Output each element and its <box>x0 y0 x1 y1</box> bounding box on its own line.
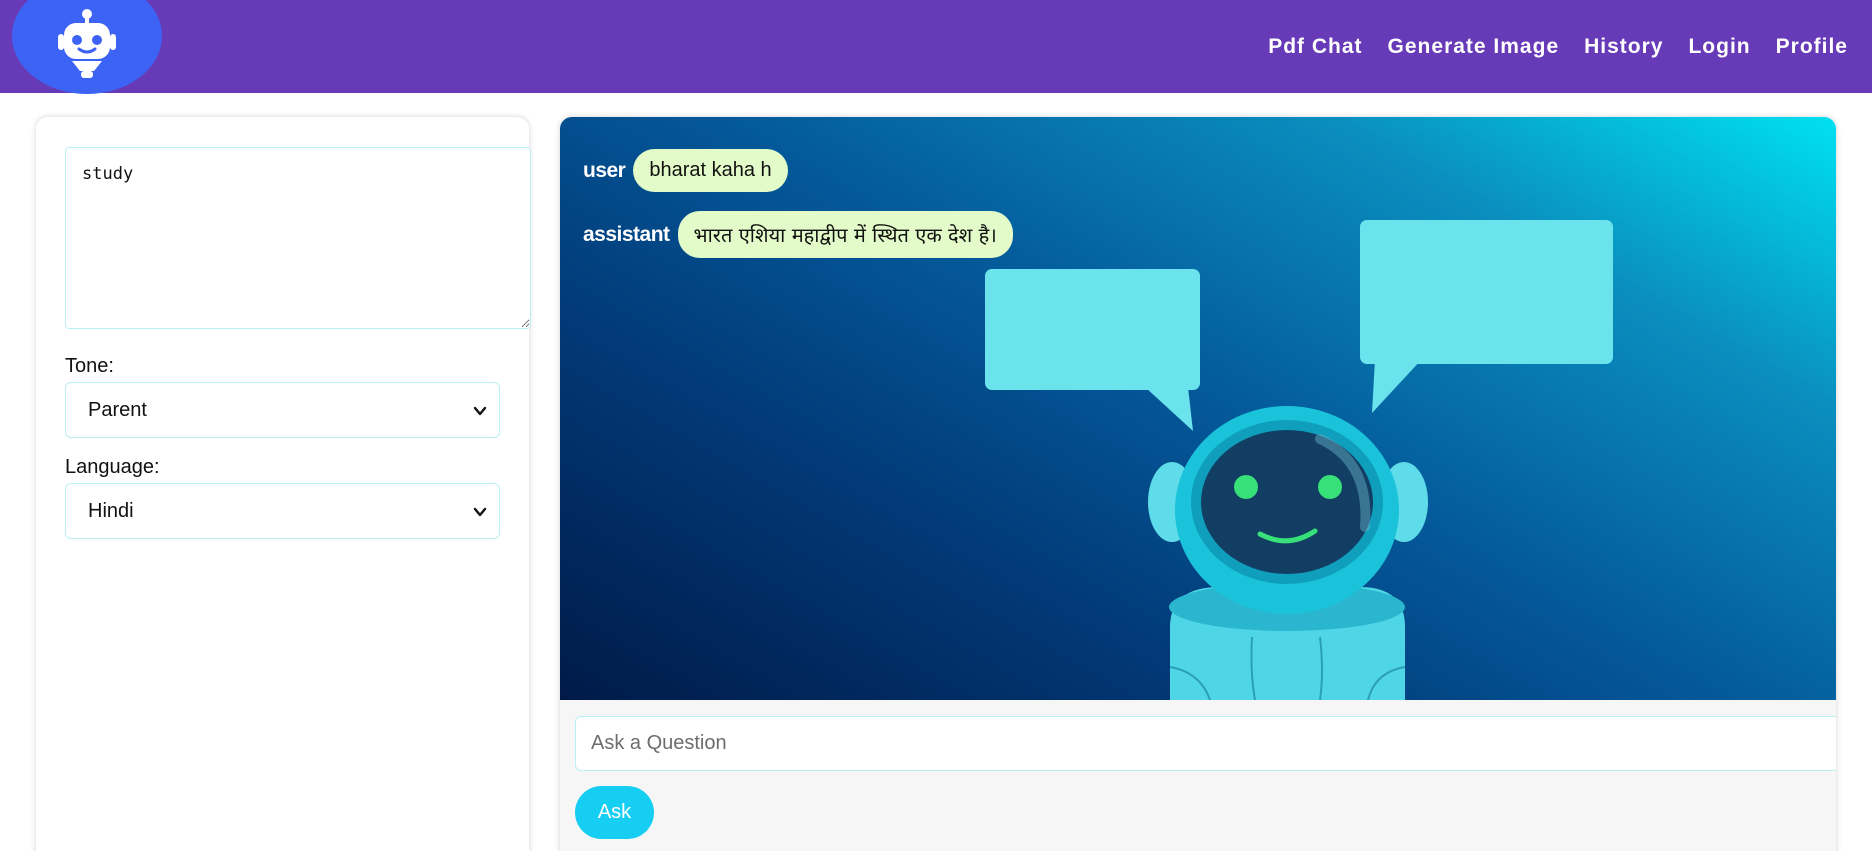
tone-label: Tone: <box>65 355 114 377</box>
robot-icon <box>58 9 116 78</box>
top-navbar: Pdf Chat Generate Image History Login Pr… <box>0 0 1872 94</box>
nav-profile[interactable]: Profile <box>1776 35 1848 59</box>
ask-question-input[interactable] <box>575 716 1836 771</box>
nav-generate-image[interactable]: Generate Image <box>1388 35 1560 59</box>
language-select-value: Hindi <box>88 499 134 522</box>
chat-history: user bharat kaha h assistant भारत एशिया … <box>560 117 1836 700</box>
prompt-textarea[interactable]: study <box>65 147 531 329</box>
nav-history[interactable]: History <box>1584 35 1663 59</box>
settings-panel: study Tone: Parent Language: Hindi <box>36 117 531 851</box>
chat-message-user: user bharat kaha h <box>583 149 788 192</box>
language-label: Language: <box>65 456 160 478</box>
message-role: assistant <box>583 222 670 246</box>
chevron-down-icon <box>473 406 487 416</box>
message-bubble: bharat kaha h <box>633 149 788 192</box>
tone-select-value: Parent <box>88 398 147 421</box>
nav-pdf-chat[interactable]: Pdf Chat <box>1268 35 1362 59</box>
message-role: user <box>583 158 626 182</box>
nav-login[interactable]: Login <box>1688 35 1750 59</box>
nav-links: Pdf Chat Generate Image History Login Pr… <box>1243 0 1848 93</box>
message-bubble: भारत एशिया महाद्वीप में स्थित एक देश है। <box>677 211 1013 258</box>
tone-select[interactable]: Parent <box>65 382 500 438</box>
robot-illustration <box>985 220 1613 700</box>
chat-panel: user bharat kaha h assistant भारत एशिया … <box>560 117 1836 851</box>
chat-message-assistant: assistant भारत एशिया महाद्वीप में स्थित … <box>583 211 1013 258</box>
language-select[interactable]: Hindi <box>65 483 500 539</box>
app-logo[interactable] <box>12 0 162 94</box>
chevron-down-icon <box>473 507 487 517</box>
ask-button[interactable]: Ask <box>575 786 654 839</box>
